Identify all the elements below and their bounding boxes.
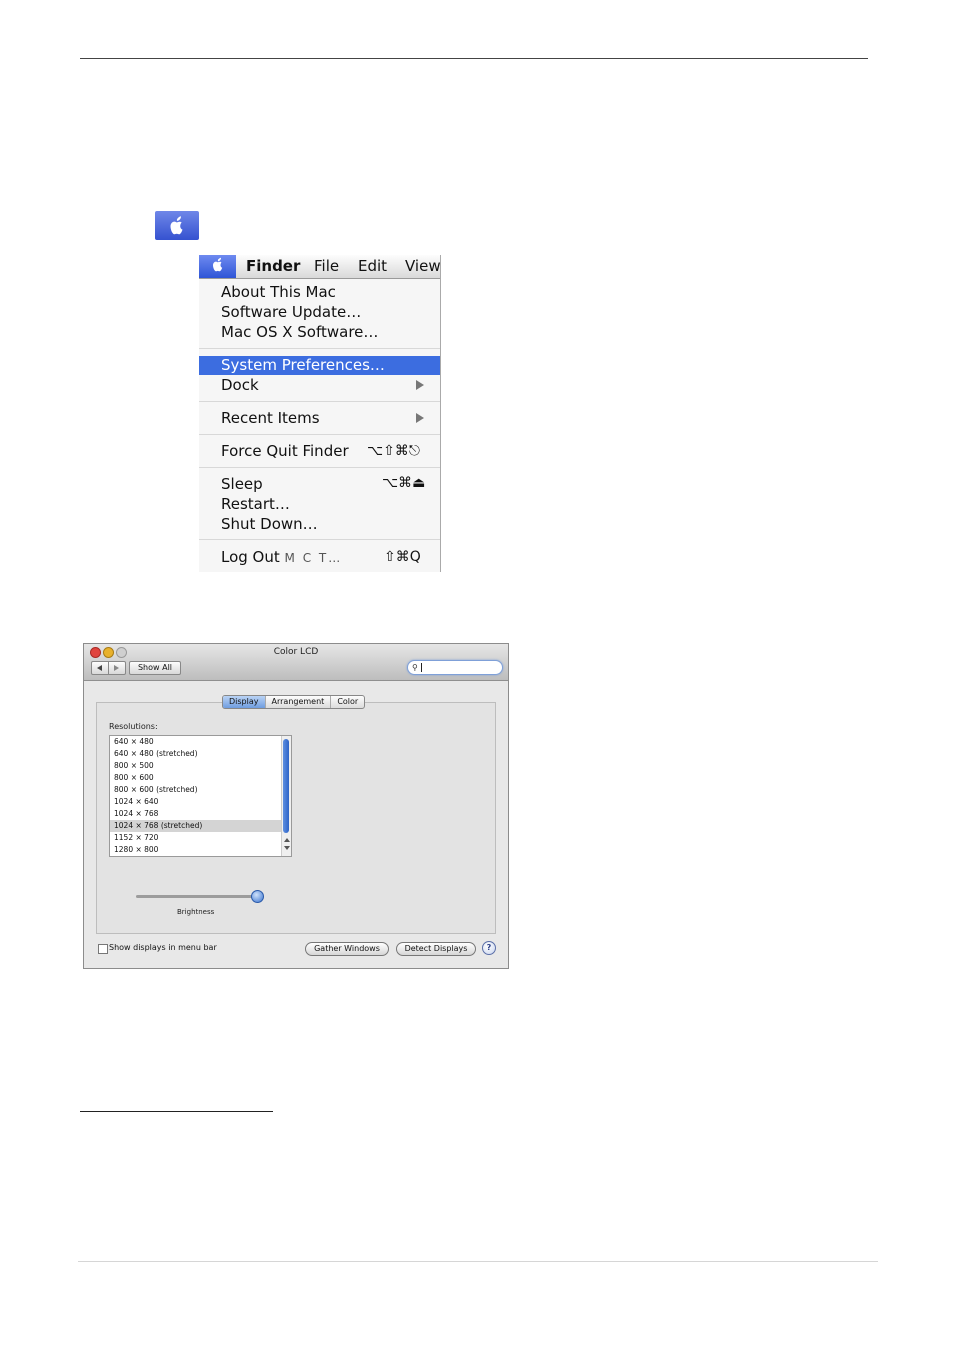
show-displays-checkbox[interactable] [98,944,108,954]
menu-separator [199,539,440,540]
brightness-slider[interactable] [136,895,262,898]
resolution-row[interactable]: 1024 × 640 [110,796,282,808]
back-forward-buttons[interactable] [91,661,126,675]
resolution-row-selected[interactable]: 1024 × 768 (stretched) [110,820,282,832]
menubar-edit[interactable]: Edit [358,257,387,276]
resolutions-label: Resolutions: [109,722,158,731]
menu-item-macosx-software[interactable]: Mac OS X Software… [221,322,378,342]
menu-item-dock[interactable]: Dock [221,375,259,395]
back-icon[interactable] [97,665,102,671]
menu-item-restart[interactable]: Restart… [221,494,290,514]
apple-menu-icon[interactable] [199,255,236,278]
menubar-file[interactable]: File [314,257,339,276]
header-rule [80,58,868,59]
apple-logo-icon [155,211,199,240]
window-titlebar: Color LCD Show All ⚲ [84,644,508,681]
menu-item-about-this-mac[interactable]: About This Mac [221,282,336,302]
resolution-row[interactable]: 1280 × 800 [110,844,282,856]
menu-separator [199,434,440,435]
brightness-label: Brightness [177,908,215,916]
sleep-shortcut: ⌥⌘⏏ [382,475,426,491]
log-out-label: Log Out [221,548,280,566]
footer-rule [78,1261,878,1262]
tab-color[interactable]: Color [330,696,364,708]
detect-displays-button[interactable]: Detect Displays [396,942,476,956]
tab-arrangement[interactable]: Arrangement [264,696,331,708]
submenu-arrow-icon [416,380,424,390]
menu-separator [199,467,440,468]
force-quit-shortcut: ⌥⇧⌘⎋ [367,443,420,459]
resolution-row[interactable]: 800 × 600 (stretched) [110,784,282,796]
menubar-view[interactable]: View [405,257,440,276]
menu-item-force-quit[interactable]: Force Quit Finder [221,441,349,461]
nav-divider [108,662,109,674]
resolution-row[interactable]: 1024 × 768 [110,808,282,820]
menu-item-shut-down[interactable]: Shut Down… [221,514,318,534]
tab-bar: Display Arrangement Color [222,695,366,709]
search-icon: ⚲ [412,663,418,672]
scroll-thumb[interactable] [283,739,289,833]
menu-item-recent-items[interactable]: Recent Items [221,408,320,428]
menu-separator [199,348,440,349]
show-displays-label: Show displays in menu bar [109,943,217,952]
scroll-down-icon[interactable] [284,846,290,850]
menu-item-system-preferences[interactable]: System Preferences… [221,355,385,375]
menu-item-log-out[interactable]: Log Out M C T… [221,547,342,568]
search-field[interactable]: ⚲ [407,660,503,675]
scroll-up-icon[interactable] [284,838,290,842]
tab-display[interactable]: Display [223,696,265,708]
apple-menu: Finder File Edit View About This Mac Sof… [199,255,441,572]
resolution-row[interactable]: 640 × 480 [110,736,282,748]
menu-item-software-update[interactable]: Software Update… [221,302,361,322]
menu-bar: Finder File Edit View [199,255,440,279]
resolution-row[interactable]: 800 × 600 [110,772,282,784]
menu-item-sleep[interactable]: Sleep [221,474,263,494]
menubar-finder[interactable]: Finder [246,257,300,276]
forward-icon[interactable] [114,665,119,671]
resolutions-list[interactable]: 640 × 480 640 × 480 (stretched) 800 × 50… [109,735,292,857]
section-rule [80,1111,273,1112]
log-out-shortcut: ⇧⌘Q [384,549,421,565]
window-title: Color LCD [273,647,319,657]
submenu-arrow-icon [416,413,424,423]
text-caret [421,663,422,672]
help-button[interactable]: ? [482,941,496,955]
resolutions-scrollbar[interactable] [281,736,291,856]
show-all-button[interactable]: Show All [129,661,181,675]
resolution-row[interactable]: 800 × 500 [110,760,282,772]
resolution-row[interactable]: 640 × 480 (stretched) [110,748,282,760]
log-out-user: M C T… [284,551,343,565]
gather-windows-button[interactable]: Gather Windows [305,942,389,956]
menu-separator [199,401,440,402]
displays-preferences-window: Color LCD Show All ⚲ Display Arrangement… [83,643,509,969]
resolution-row[interactable]: 1152 × 720 [110,832,282,844]
